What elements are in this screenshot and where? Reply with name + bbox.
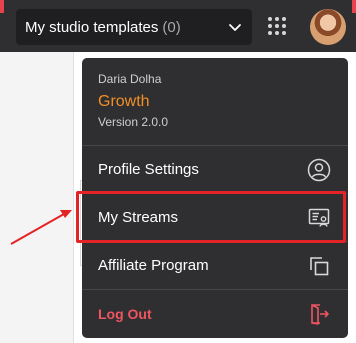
accent-mark-right	[352, 0, 356, 13]
templates-dropdown[interactable]: My studio templates (0)	[16, 9, 252, 45]
menu-header: Daria Dolha Growth Version 2.0.0	[82, 58, 348, 145]
highlight-box	[76, 191, 346, 243]
chevron-down-icon	[229, 24, 241, 31]
menu-item-log-out[interactable]: Log Out	[82, 289, 348, 337]
grid-dots-icon[interactable]	[268, 17, 286, 35]
copy-icon	[306, 253, 332, 279]
plan-name: Growth	[98, 93, 150, 110]
templates-label: My studio templates	[25, 18, 159, 36]
menu-item-profile-settings[interactable]: Profile Settings	[82, 145, 348, 193]
menu-item-label: Log Out	[98, 305, 152, 322]
user-avatar[interactable]	[310, 9, 346, 45]
user-circle-icon	[306, 157, 332, 183]
user-name: Daria Dolha	[98, 72, 162, 86]
top-bar: My studio templates (0)	[0, 0, 356, 52]
menu-item-affiliate-program[interactable]: Affiliate Program	[82, 241, 348, 289]
version-label: Version 2.0.0	[98, 115, 169, 129]
menu-item-label: Affiliate Program	[98, 257, 209, 274]
menu-item-label: Profile Settings	[98, 161, 199, 178]
logout-icon	[306, 301, 332, 327]
templates-count: (0)	[162, 18, 181, 36]
accent-mark-left	[0, 0, 4, 13]
